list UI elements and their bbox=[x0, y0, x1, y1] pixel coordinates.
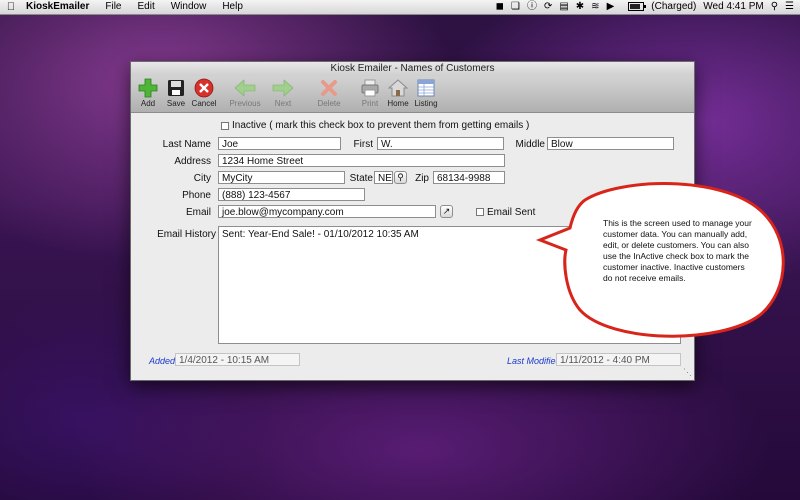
email-sent-checkbox[interactable] bbox=[476, 208, 484, 216]
save-label: Save bbox=[166, 99, 186, 108]
delete-icon bbox=[318, 77, 340, 99]
cancel-label: Cancel bbox=[191, 99, 217, 108]
zip-field[interactable]: 68134-9988 bbox=[433, 171, 505, 184]
sync-icon[interactable]: ⟳ bbox=[544, 0, 552, 14]
add-icon bbox=[137, 77, 159, 99]
email-history-label: Email History bbox=[157, 229, 216, 240]
email-field[interactable]: joe.blow@mycompany.com bbox=[218, 205, 436, 218]
spotlight-icon[interactable]: ⚲ bbox=[771, 0, 778, 14]
city-field[interactable]: MyCity bbox=[218, 171, 345, 184]
last-name-label: Last Name bbox=[162, 139, 211, 150]
send-email-button[interactable]: ↗ bbox=[440, 205, 453, 218]
cancel-icon bbox=[193, 77, 215, 99]
home-label: Home bbox=[387, 99, 409, 108]
last-name-field[interactable]: Joe bbox=[218, 137, 341, 150]
resize-grip-icon[interactable]: ⋱ bbox=[683, 367, 692, 378]
menu-edit[interactable]: Edit bbox=[130, 0, 163, 14]
add-label: Add bbox=[140, 99, 156, 108]
cancel-button[interactable]: Cancel bbox=[191, 76, 217, 108]
address-field[interactable]: 1234 Home Street bbox=[218, 154, 505, 167]
first-name-field[interactable]: W. bbox=[377, 137, 504, 150]
added-label: Added bbox=[149, 356, 176, 366]
save-button[interactable]: Save bbox=[163, 76, 189, 108]
add-button[interactable]: Add bbox=[135, 76, 161, 108]
delete-button[interactable]: Delete bbox=[311, 76, 347, 108]
status-area: ◼ ❏ ⓘ ⟳ ▤ ✱ ≋ ▶ (Charged) Wed 4:41 PM ⚲ … bbox=[489, 0, 794, 14]
list-icon[interactable]: ☰ bbox=[785, 0, 794, 14]
wifi-icon[interactable]: ≋ bbox=[591, 0, 599, 14]
home-icon bbox=[387, 77, 409, 99]
zip-label: Zip bbox=[415, 173, 429, 184]
middle-label: Middle bbox=[515, 139, 545, 150]
next-label: Next bbox=[274, 99, 292, 108]
previous-button[interactable]: Previous bbox=[227, 76, 263, 108]
address-label: Address bbox=[174, 156, 211, 167]
battery-icon[interactable] bbox=[621, 0, 647, 14]
home-button[interactable]: Home bbox=[385, 76, 411, 108]
bluetooth-icon[interactable]: ✱ bbox=[576, 0, 584, 14]
floppy-disk-icon bbox=[165, 77, 187, 99]
added-field: 1/4/2012 - 10:15 AM bbox=[175, 353, 300, 366]
menu-window[interactable]: Window bbox=[163, 0, 215, 14]
menu-file[interactable]: File bbox=[97, 0, 129, 14]
email-action-icon: ↗ bbox=[442, 206, 451, 216]
city-label: City bbox=[193, 173, 211, 184]
menu-help[interactable]: Help bbox=[214, 0, 251, 14]
email-label: Email bbox=[185, 207, 211, 218]
last-modified-field: 1/11/2012 - 4:40 PM bbox=[556, 353, 681, 366]
phone-label: Phone bbox=[182, 190, 211, 201]
state-lookup-button[interactable]: ⚲ bbox=[394, 171, 407, 184]
arrow-right-icon bbox=[272, 77, 294, 99]
inactive-label: Inactive ( mark this check box to preven… bbox=[232, 120, 530, 131]
email-sent-label: Email Sent bbox=[487, 207, 536, 218]
script-icon[interactable]: ◼ bbox=[496, 0, 504, 14]
state-label: State bbox=[349, 173, 373, 184]
volume-icon[interactable]: ▶ bbox=[607, 0, 615, 14]
first-label: First bbox=[353, 139, 373, 150]
dropbox-icon[interactable]: ❏ bbox=[511, 0, 520, 14]
info-icon[interactable]: ⓘ bbox=[527, 0, 537, 14]
window-title: Kiosk Emailer - Names of Customers bbox=[131, 62, 694, 76]
listing-label: Listing bbox=[414, 99, 438, 108]
delete-label: Delete bbox=[317, 99, 341, 108]
callout-text: This is the screen used to manage your c… bbox=[603, 218, 752, 283]
state-field[interactable]: NE bbox=[374, 171, 393, 184]
print-button[interactable]: Print bbox=[357, 76, 383, 108]
phone-field[interactable]: (888) 123-4567 bbox=[218, 188, 365, 201]
previous-label: Previous bbox=[229, 99, 261, 108]
listing-button[interactable]: Listing bbox=[413, 76, 439, 108]
clock[interactable]: Wed 4:41 PM bbox=[703, 0, 763, 14]
print-label: Print bbox=[361, 99, 379, 108]
magnifier-icon: ⚲ bbox=[397, 172, 404, 182]
arrow-left-icon bbox=[234, 77, 256, 99]
next-button[interactable]: Next bbox=[265, 76, 301, 108]
middle-name-field[interactable]: Blow bbox=[547, 137, 674, 150]
apple-menu-icon[interactable]:  bbox=[0, 0, 22, 14]
inactive-checkbox[interactable] bbox=[221, 122, 229, 130]
toolbar: Add Save Cancel Previous Next Delete Pri… bbox=[131, 76, 694, 113]
display-icon[interactable]: ▤ bbox=[559, 0, 568, 14]
menu-app-name[interactable]: KioskEmailer bbox=[22, 0, 97, 14]
listing-icon bbox=[415, 77, 437, 99]
last-modified-label: Last Modified bbox=[507, 356, 561, 366]
printer-icon bbox=[359, 77, 381, 99]
menu-bar:  KioskEmailer File Edit Window Help ◼ ❏… bbox=[0, 0, 800, 15]
battery-status: (Charged) bbox=[651, 1, 697, 12]
